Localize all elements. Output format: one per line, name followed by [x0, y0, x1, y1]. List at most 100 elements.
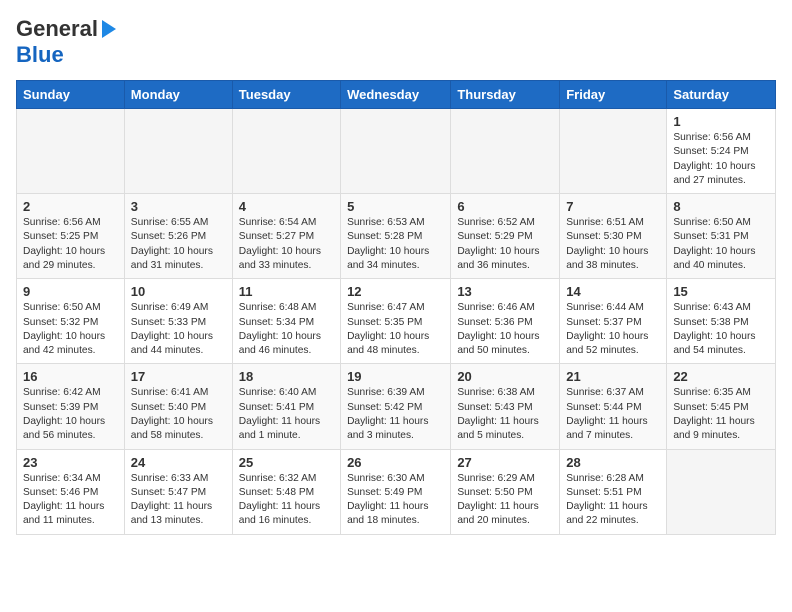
calendar-week-3: 9 Sunrise: 6:50 AM Sunset: 5:32 PM Daylig… [17, 279, 776, 364]
day-info: Sunrise: 6:50 AM Sunset: 5:32 PM Dayligh… [23, 301, 118, 358]
day-info: Sunrise: 6:35 AM Sunset: 5:45 PM Dayligh… [673, 386, 769, 443]
calendar-table: SundayMondayTuesdayWednesdayThursdayFrid… [16, 80, 776, 535]
day-number: 16 [23, 369, 118, 384]
calendar-header-tuesday: Tuesday [232, 81, 340, 109]
day-info: Sunrise: 6:29 AM Sunset: 5:50 PM Dayligh… [457, 472, 553, 529]
day-info: Sunrise: 6:33 AM Sunset: 5:47 PM Dayligh… [131, 472, 226, 529]
day-info: Sunrise: 6:30 AM Sunset: 5:49 PM Dayligh… [347, 472, 444, 529]
calendar-cell: 22 Sunrise: 6:35 AM Sunset: 5:45 PM Dayli… [667, 364, 776, 449]
day-number: 14 [566, 284, 660, 299]
day-number: 17 [131, 369, 226, 384]
calendar-cell: 17 Sunrise: 6:41 AM Sunset: 5:40 PM Dayli… [124, 364, 232, 449]
day-info: Sunrise: 6:40 AM Sunset: 5:41 PM Dayligh… [239, 386, 334, 443]
calendar-week-2: 2Sunrise: 6:56 AM Sunset: 5:25 PM Daylig… [17, 194, 776, 279]
day-number: 11 [239, 284, 334, 299]
day-info: Sunrise: 6:52 AM Sunset: 5:29 PM Dayligh… [457, 216, 553, 273]
calendar-cell [341, 109, 451, 194]
calendar-cell: 21 Sunrise: 6:37 AM Sunset: 5:44 PM Dayli… [560, 364, 667, 449]
logo-arrow-icon [102, 20, 116, 38]
calendar-header-friday: Friday [560, 81, 667, 109]
day-info: Sunrise: 6:48 AM Sunset: 5:34 PM Dayligh… [239, 301, 334, 358]
day-number: 19 [347, 369, 444, 384]
calendar-cell: 26 Sunrise: 6:30 AM Sunset: 5:49 PM Dayli… [341, 449, 451, 534]
day-number: 25 [239, 455, 334, 470]
day-number: 18 [239, 369, 334, 384]
calendar-week-4: 16 Sunrise: 6:42 AM Sunset: 5:39 PM Dayli… [17, 364, 776, 449]
calendar-cell: 19Sunrise: 6:39 AM Sunset: 5:42 PM Dayli… [341, 364, 451, 449]
day-number: 26 [347, 455, 444, 470]
calendar-cell: 11 Sunrise: 6:48 AM Sunset: 5:34 PM Dayli… [232, 279, 340, 364]
day-number: 6 [457, 199, 553, 214]
day-info: Sunrise: 6:28 AM Sunset: 5:51 PM Dayligh… [566, 472, 660, 529]
day-number: 22 [673, 369, 769, 384]
day-number: 23 [23, 455, 118, 470]
day-info: Sunrise: 6:51 AM Sunset: 5:30 PM Dayligh… [566, 216, 660, 273]
day-number: 28 [566, 455, 660, 470]
calendar-header-sunday: Sunday [17, 81, 125, 109]
calendar-cell: 14 Sunrise: 6:44 AM Sunset: 5:37 PM Dayli… [560, 279, 667, 364]
calendar-week-5: 23 Sunrise: 6:34 AM Sunset: 5:46 PM Dayli… [17, 449, 776, 534]
calendar-header-thursday: Thursday [451, 81, 560, 109]
day-info: Sunrise: 6:34 AM Sunset: 5:46 PM Dayligh… [23, 472, 118, 529]
calendar-header-wednesday: Wednesday [341, 81, 451, 109]
calendar-cell: 25 Sunrise: 6:32 AM Sunset: 5:48 PM Dayli… [232, 449, 340, 534]
day-number: 8 [673, 199, 769, 214]
day-info: Sunrise: 6:54 AM Sunset: 5:27 PM Dayligh… [239, 216, 334, 273]
day-number: 1 [673, 114, 769, 129]
calendar-cell: 12Sunrise: 6:47 AM Sunset: 5:35 PM Dayli… [341, 279, 451, 364]
day-number: 13 [457, 284, 553, 299]
calendar-cell: 1 Sunrise: 6:56 AM Sunset: 5:24 PM Daylig… [667, 109, 776, 194]
calendar-cell: 5 Sunrise: 6:53 AM Sunset: 5:28 PM Daylig… [341, 194, 451, 279]
day-info: Sunrise: 6:55 AM Sunset: 5:26 PM Dayligh… [131, 216, 226, 273]
day-info: Sunrise: 6:56 AM Sunset: 5:24 PM Dayligh… [673, 131, 769, 188]
day-info: Sunrise: 6:50 AM Sunset: 5:31 PM Dayligh… [673, 216, 769, 273]
day-number: 20 [457, 369, 553, 384]
day-number: 21 [566, 369, 660, 384]
calendar-cell: 18 Sunrise: 6:40 AM Sunset: 5:41 PM Dayli… [232, 364, 340, 449]
day-info: Sunrise: 6:42 AM Sunset: 5:39 PM Dayligh… [23, 386, 118, 443]
calendar-cell [17, 109, 125, 194]
calendar-cell: 2Sunrise: 6:56 AM Sunset: 5:25 PM Daylig… [17, 194, 125, 279]
day-number: 3 [131, 199, 226, 214]
day-info: Sunrise: 6:41 AM Sunset: 5:40 PM Dayligh… [131, 386, 226, 443]
calendar-cell [560, 109, 667, 194]
calendar-cell: 27 Sunrise: 6:29 AM Sunset: 5:50 PM Dayli… [451, 449, 560, 534]
calendar-cell: 4 Sunrise: 6:54 AM Sunset: 5:27 PM Daylig… [232, 194, 340, 279]
day-info: Sunrise: 6:43 AM Sunset: 5:38 PM Dayligh… [673, 301, 769, 358]
logo-blue: Blue [16, 42, 64, 68]
calendar-cell: 23 Sunrise: 6:34 AM Sunset: 5:46 PM Dayli… [17, 449, 125, 534]
logo: General Blue [16, 16, 116, 68]
day-info: Sunrise: 6:44 AM Sunset: 5:37 PM Dayligh… [566, 301, 660, 358]
calendar-cell: 10Sunrise: 6:49 AM Sunset: 5:33 PM Dayli… [124, 279, 232, 364]
day-number: 4 [239, 199, 334, 214]
day-info: Sunrise: 6:37 AM Sunset: 5:44 PM Dayligh… [566, 386, 660, 443]
day-number: 24 [131, 455, 226, 470]
calendar-header-row: SundayMondayTuesdayWednesdayThursdayFrid… [17, 81, 776, 109]
calendar-header-saturday: Saturday [667, 81, 776, 109]
calendar-cell: 9 Sunrise: 6:50 AM Sunset: 5:32 PM Daylig… [17, 279, 125, 364]
calendar-cell [124, 109, 232, 194]
calendar-week-1: 1 Sunrise: 6:56 AM Sunset: 5:24 PM Daylig… [17, 109, 776, 194]
calendar-cell: 8 Sunrise: 6:50 AM Sunset: 5:31 PM Daylig… [667, 194, 776, 279]
day-info: Sunrise: 6:49 AM Sunset: 5:33 PM Dayligh… [131, 301, 226, 358]
calendar-cell: 20Sunrise: 6:38 AM Sunset: 5:43 PM Dayli… [451, 364, 560, 449]
calendar-cell [232, 109, 340, 194]
day-number: 27 [457, 455, 553, 470]
calendar-cell: 24 Sunrise: 6:33 AM Sunset: 5:47 PM Dayli… [124, 449, 232, 534]
logo-general: General [16, 16, 98, 42]
day-info: Sunrise: 6:47 AM Sunset: 5:35 PM Dayligh… [347, 301, 444, 358]
day-info: Sunrise: 6:32 AM Sunset: 5:48 PM Dayligh… [239, 472, 334, 529]
calendar-cell: 16 Sunrise: 6:42 AM Sunset: 5:39 PM Dayli… [17, 364, 125, 449]
calendar-cell: 28 Sunrise: 6:28 AM Sunset: 5:51 PM Dayli… [560, 449, 667, 534]
calendar-cell [451, 109, 560, 194]
day-info: Sunrise: 6:53 AM Sunset: 5:28 PM Dayligh… [347, 216, 444, 273]
calendar-cell: 6 Sunrise: 6:52 AM Sunset: 5:29 PM Daylig… [451, 194, 560, 279]
day-number: 15 [673, 284, 769, 299]
day-number: 7 [566, 199, 660, 214]
calendar-header-monday: Monday [124, 81, 232, 109]
calendar-cell: 7 Sunrise: 6:51 AM Sunset: 5:30 PM Daylig… [560, 194, 667, 279]
calendar-cell [667, 449, 776, 534]
day-number: 5 [347, 199, 444, 214]
day-info: Sunrise: 6:56 AM Sunset: 5:25 PM Dayligh… [23, 216, 118, 273]
day-number: 9 [23, 284, 118, 299]
